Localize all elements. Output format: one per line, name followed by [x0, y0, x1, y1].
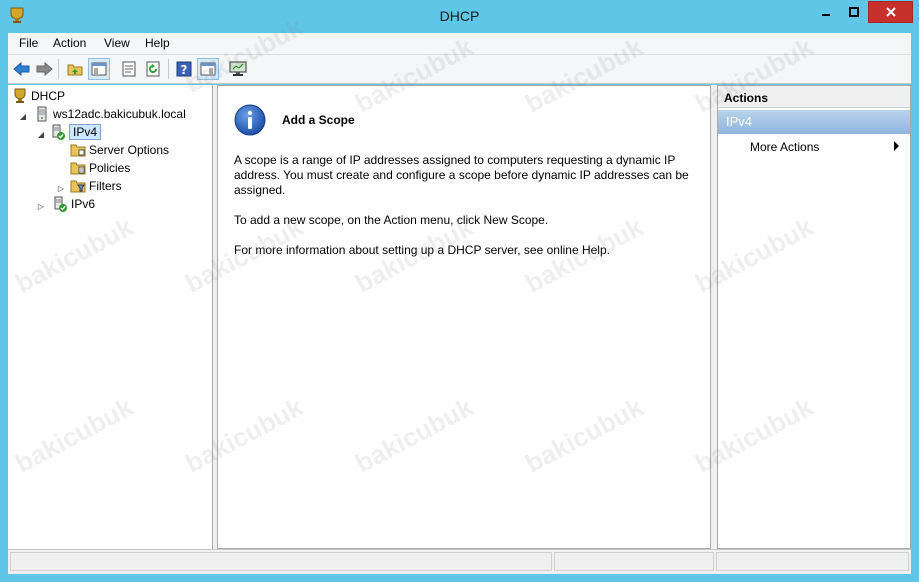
- menu-bar: File Action View Help: [8, 33, 911, 55]
- expand-arrow-icon[interactable]: ▷: [56, 183, 66, 193]
- tree-item-filters[interactable]: Filters: [70, 177, 122, 195]
- more-actions-item[interactable]: More Actions: [750, 140, 819, 154]
- collapse-arrow-icon[interactable]: ◢: [18, 111, 28, 121]
- properties-button[interactable]: [118, 58, 140, 80]
- monitor-icon: [229, 61, 247, 76]
- tree-item-ipv4[interactable]: IPv4: [50, 123, 102, 141]
- menu-view[interactable]: View: [104, 36, 130, 50]
- scope-description: A scope is a range of IP addresses assig…: [234, 153, 694, 198]
- ipv6-server-icon: [54, 196, 67, 212]
- tree-label: ws12adc.bakicubuk.local: [53, 107, 186, 121]
- tree-label: Server Options: [89, 143, 170, 157]
- tree-item-server-options[interactable]: Server Options: [70, 141, 169, 159]
- tree-item-dhcp[interactable]: DHCP: [12, 87, 65, 105]
- minimize-icon: [821, 14, 830, 16]
- toolbar-separator: [168, 59, 169, 79]
- description-line: A scope is a range of IP addresses assig…: [234, 153, 676, 167]
- show-hide-action-pane-button[interactable]: [197, 58, 219, 80]
- dhcp-window: DHCP File Action View Help ? DHCP ◢ ws12…: [0, 0, 919, 582]
- info-icon: [234, 104, 266, 136]
- actions-pane: Actions IPv4 More Actions: [717, 85, 911, 549]
- close-button[interactable]: [868, 1, 913, 23]
- minimize-button[interactable]: [812, 1, 839, 23]
- close-icon: [885, 7, 896, 17]
- status-cell-2: [554, 552, 714, 571]
- add-scope-instructions: To add a new scope, on the Action menu, …: [234, 213, 549, 227]
- back-arrow-icon: [13, 61, 30, 77]
- description-line: assigned.: [234, 183, 286, 197]
- properties-icon: [122, 61, 136, 77]
- actions-header: Actions: [718, 86, 910, 108]
- tree-label: Policies: [89, 161, 131, 175]
- section-heading: Add a Scope: [282, 113, 355, 127]
- tree-label: IPv6: [71, 197, 96, 211]
- ipv4-server-check-icon: [52, 124, 65, 140]
- tree-item-server[interactable]: ws12adc.bakicubuk.local: [34, 105, 186, 123]
- policies-folder-icon: [70, 162, 86, 175]
- tree-item-policies[interactable]: Policies: [70, 159, 130, 177]
- maximize-icon: [848, 7, 859, 17]
- collapse-arrow-icon[interactable]: ◢: [36, 129, 46, 139]
- menu-action[interactable]: Action: [53, 36, 86, 50]
- forward-button[interactable]: [33, 58, 55, 80]
- window-title: DHCP: [439, 8, 480, 24]
- toolbar: ?: [8, 55, 911, 84]
- refresh-icon: [146, 61, 160, 77]
- tree-label: DHCP: [31, 89, 66, 103]
- status-cell-main: [10, 552, 552, 571]
- server-icon: [37, 106, 47, 122]
- back-button[interactable]: [11, 58, 33, 80]
- toolbar-separator: [58, 59, 59, 79]
- svg-text:?: ?: [181, 63, 188, 77]
- tree-label: IPv4: [69, 124, 102, 140]
- filters-folder-icon: [70, 180, 86, 193]
- results-pane: Add a Scope A scope is a range of IP add…: [217, 85, 711, 549]
- status-bar: [8, 549, 911, 574]
- expand-arrow-icon[interactable]: ▷: [36, 201, 46, 211]
- refresh-button[interactable]: [142, 58, 164, 80]
- actions-group-ipv4[interactable]: IPv4: [718, 110, 910, 134]
- server-options-folder-icon: [70, 144, 86, 157]
- tree-item-ipv6[interactable]: IPv6: [52, 195, 95, 213]
- description-line: address. You must create and configure a…: [234, 168, 689, 182]
- menu-help[interactable]: Help: [145, 36, 170, 50]
- maximize-button[interactable]: [840, 1, 867, 23]
- dhcp-trophy-icon: [14, 88, 26, 103]
- help-icon: ?: [176, 61, 192, 77]
- up-folder-icon: [67, 64, 83, 76]
- title-bar[interactable]: DHCP: [0, 0, 919, 32]
- show-hide-console-tree-button[interactable]: [88, 58, 110, 80]
- help-button[interactable]: ?: [173, 58, 195, 80]
- monitor-button[interactable]: [227, 58, 249, 80]
- status-cell-3: [716, 552, 909, 571]
- menu-file[interactable]: File: [19, 36, 38, 50]
- more-info-text: For more information about setting up a …: [234, 243, 610, 257]
- show-tree-icon: [91, 62, 107, 76]
- up-one-level-button[interactable]: [64, 58, 86, 80]
- submenu-arrow-icon: [894, 141, 899, 151]
- tree-label: Filters: [89, 179, 122, 193]
- console-tree: DHCP ◢ ws12adc.bakicubuk.local ◢ IPv4 Se…: [8, 85, 213, 549]
- show-action-pane-icon: [200, 62, 216, 76]
- forward-arrow-icon: [36, 61, 53, 77]
